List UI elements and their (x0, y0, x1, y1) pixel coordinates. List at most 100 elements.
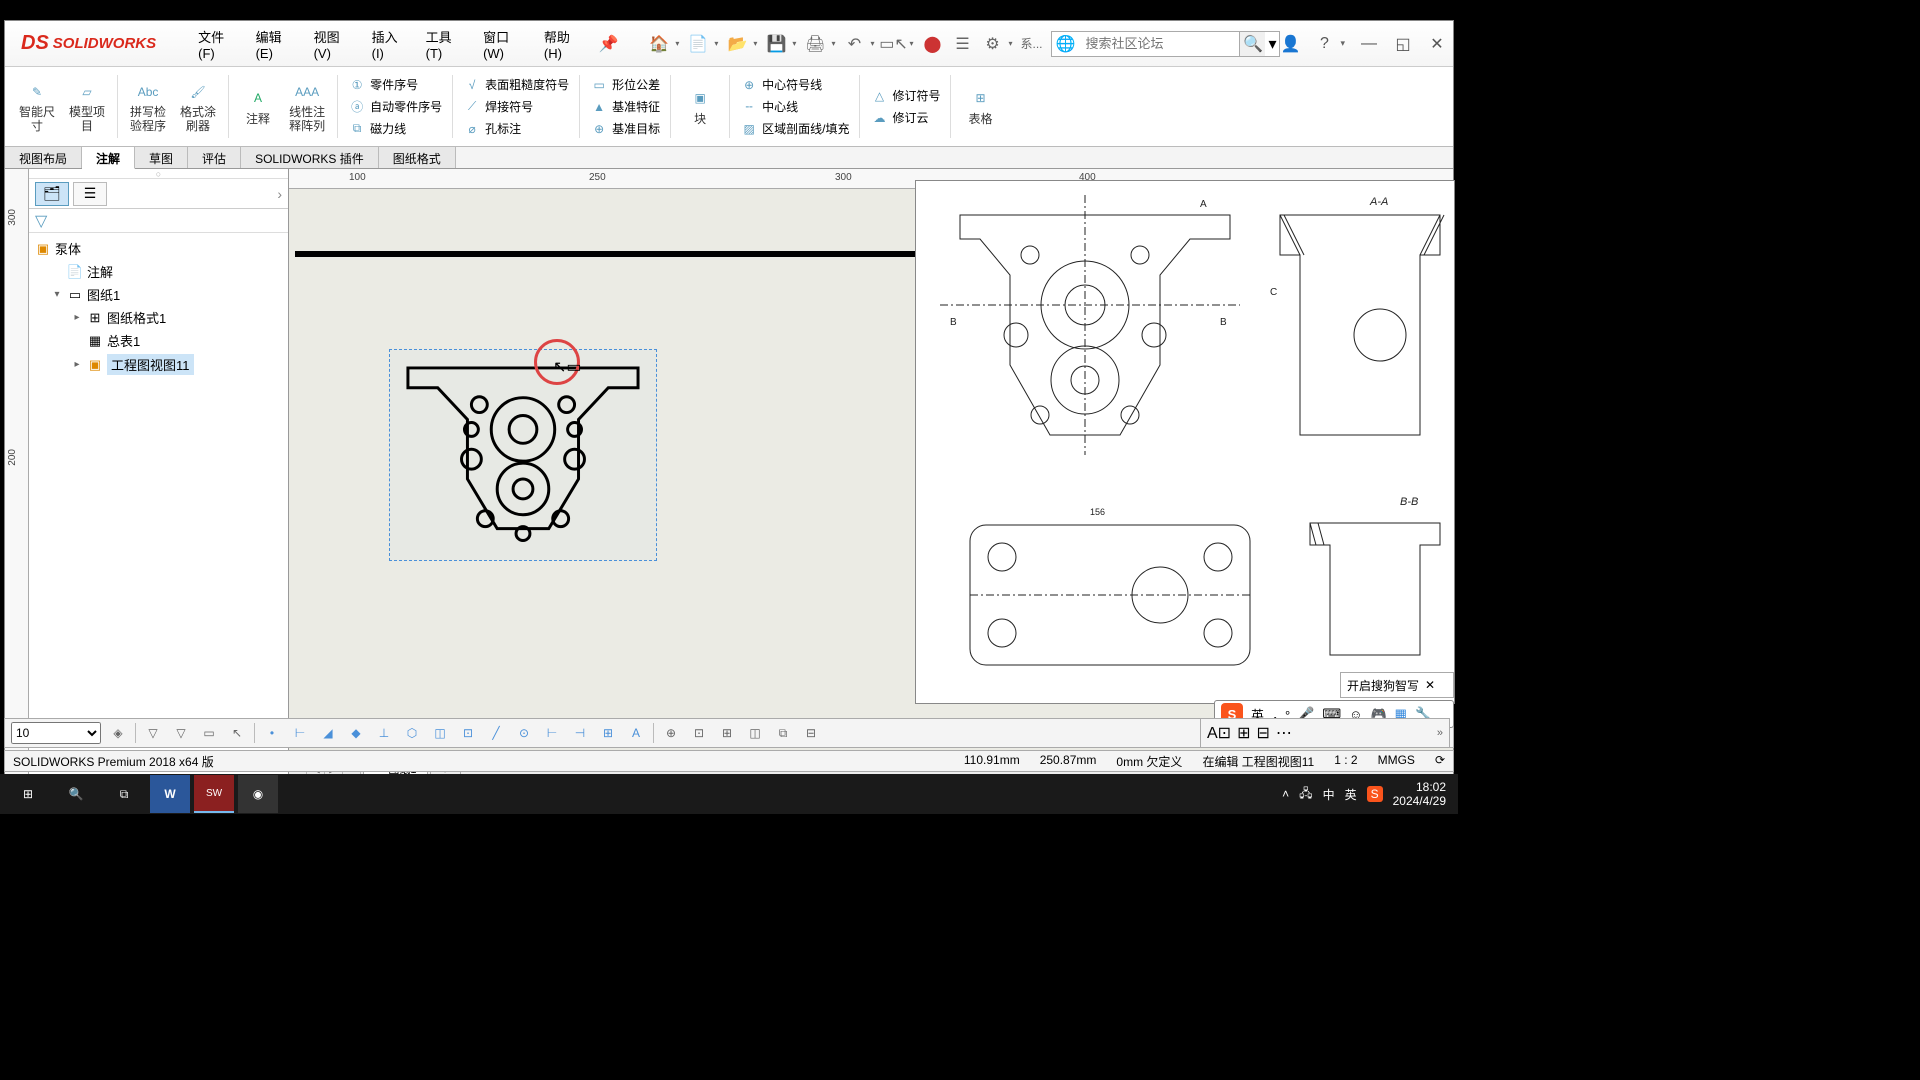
tab-sketch[interactable]: 草图 (135, 147, 188, 168)
close-icon[interactable]: ✕ (1425, 678, 1435, 692)
tree-sheet-format[interactable]: ▸⊞图纸格式1 (31, 306, 286, 329)
drawing-view-selection[interactable] (389, 349, 657, 561)
dim-tool-3[interactable]: ⊞ (716, 722, 738, 744)
tree-drawing-view[interactable]: ▸▣工程图视图11 (31, 352, 286, 377)
snap-quad-icon[interactable]: ⬡ (401, 722, 423, 744)
feature-manager-tab[interactable]: 🗂 (35, 182, 69, 206)
tree-filter[interactable]: ▽ (29, 209, 288, 233)
snap-mid-icon[interactable]: ◢ (317, 722, 339, 744)
dim-more-icon[interactable]: ⋯ (1276, 723, 1292, 743)
menu-view[interactable]: 视图(V) (302, 23, 360, 65)
status-refresh-icon[interactable]: ⟳ (1435, 753, 1445, 770)
menu-tools[interactable]: 工具(T) (414, 23, 471, 65)
sogou-popup[interactable]: 开启搜狗智写 ✕ (1340, 672, 1454, 698)
taskbar-search[interactable]: 🔍 (52, 775, 100, 813)
menu-insert[interactable]: 插入(I) (360, 23, 414, 65)
save-icon[interactable]: 💾 (765, 33, 787, 55)
snap-12-icon[interactable]: ⊞ (597, 722, 619, 744)
snap-13-icon[interactable]: A (625, 722, 647, 744)
snap-tan-icon[interactable]: ⊥ (373, 722, 395, 744)
area-hatch-button[interactable]: ▨区域剖面线/填充 (736, 119, 853, 139)
tray-sogou-icon[interactable]: S (1367, 786, 1383, 802)
dim-tool-4[interactable]: ◫ (744, 722, 766, 744)
options-gear-icon[interactable]: ⚙ (981, 33, 1003, 55)
word-taskbar-icon[interactable]: W (150, 775, 190, 813)
tab-sheet-format[interactable]: 图纸格式 (379, 147, 456, 168)
format-painter-button[interactable]: 🖌格式涂 刷器 (174, 71, 222, 142)
dim-leader-icon[interactable]: A⊡ (1207, 723, 1231, 743)
tree-annotations[interactable]: 📄注解 (31, 260, 286, 283)
new-icon[interactable]: 📄 (687, 33, 709, 55)
dim-tool-1[interactable]: ⊕ (660, 722, 682, 744)
user-icon[interactable]: 👤 (1280, 34, 1300, 54)
tray-up-icon[interactable]: ˄ (1282, 787, 1289, 801)
block-button[interactable]: ▣块 (677, 71, 723, 142)
snap-10-icon[interactable]: ⊢ (541, 722, 563, 744)
status-scale[interactable]: 1 : 2 (1334, 753, 1357, 770)
magnetic-line-button[interactable]: ⧉磁力线 (344, 119, 446, 139)
close-button[interactable]: ✕ (1427, 34, 1447, 54)
linewidth-select[interactable]: 10 (11, 722, 101, 744)
select-filter-icon[interactable]: ▭ (198, 722, 220, 744)
tab-view-layout[interactable]: 视图布局 (5, 147, 82, 168)
snap-9-icon[interactable]: ⊙ (513, 722, 535, 744)
menu-window[interactable]: 窗口(W) (471, 23, 532, 65)
restore-button[interactable]: ◱ (1393, 34, 1413, 54)
taskview-button[interactable]: ⧉ (100, 775, 148, 813)
weld-symbol-button[interactable]: ⟋焊接符号 (459, 97, 573, 117)
status-units[interactable]: MMGS (1378, 753, 1415, 770)
tables-button[interactable]: ⊞表格 (957, 71, 1003, 142)
help-icon[interactable]: ? (1314, 34, 1334, 54)
expand-tree-button[interactable]: › (277, 186, 282, 202)
snap-center-icon[interactable]: ◆ (345, 722, 367, 744)
menu-file[interactable]: 文件(F) (186, 23, 243, 65)
search-input[interactable] (1079, 34, 1239, 53)
snap-int-icon[interactable]: ◫ (429, 722, 451, 744)
datum-feature-button[interactable]: ▲基准特征 (586, 97, 664, 117)
datum-target-button[interactable]: ⊕基准目标 (586, 119, 664, 139)
undo-icon[interactable]: ↶ (843, 33, 865, 55)
app-taskbar-icon[interactable]: ◉ (238, 775, 278, 813)
taskbar-clock[interactable]: 18:02 2024/4/29 (1393, 780, 1446, 809)
spell-check-button[interactable]: Abc拼写检 验程序 (124, 71, 172, 142)
dim-tool-5[interactable]: ⧉ (772, 722, 794, 744)
hole-callout-button[interactable]: ⌀孔标注 (459, 119, 573, 139)
tray-ime-zh[interactable]: 中 (1323, 786, 1335, 803)
tab-addins[interactable]: SOLIDWORKS 插件 (241, 147, 379, 168)
center-mark-button[interactable]: ⊕中心符号线 (736, 75, 853, 95)
tree-general-table[interactable]: ▦总表1 (31, 329, 286, 352)
system-dropdown[interactable]: 系... (1021, 33, 1043, 55)
menu-edit[interactable]: 编辑(E) (244, 23, 302, 65)
tree-root[interactable]: ▣泵体 (31, 237, 286, 260)
minimize-button[interactable]: — (1359, 34, 1379, 54)
snap-near-icon[interactable]: ⊡ (457, 722, 479, 744)
note-button[interactable]: A注释 (235, 71, 281, 142)
select-icon[interactable]: ▭↖ (882, 33, 904, 55)
tray-ime-en[interactable]: 英 (1345, 786, 1357, 803)
start-button[interactable]: ⊞ (4, 775, 52, 813)
tab-annotate[interactable]: 注解 (82, 147, 135, 169)
tray-network-icon[interactable]: 🖧 (1299, 784, 1312, 805)
solidworks-taskbar-icon[interactable]: SW (194, 775, 234, 813)
snap-11-icon[interactable]: ⊣ (569, 722, 591, 744)
dim-tool-2[interactable]: ⊡ (688, 722, 710, 744)
cursor-filter-icon[interactable]: ↖ (226, 722, 248, 744)
surface-finish-button[interactable]: √表面粗糙度符号 (459, 75, 573, 95)
home-icon[interactable]: 🏠 (648, 33, 670, 55)
layer-icon[interactable]: ◈ (107, 722, 129, 744)
pin-icon[interactable]: 📌 (598, 34, 618, 54)
dim-align-icon[interactable]: ⊞ (1237, 723, 1250, 743)
open-icon[interactable]: 📂 (726, 33, 748, 55)
model-items-button[interactable]: ▱模型项 目 (63, 71, 111, 142)
linear-note-pattern-button[interactable]: AAA线性注 释阵列 (283, 71, 331, 142)
smart-dimension-button[interactable]: ✎智能尺 寸 (13, 71, 61, 142)
auto-balloon-button[interactable]: ⓐ自动零件序号 (344, 97, 446, 117)
snap-8-icon[interactable]: ╱ (485, 722, 507, 744)
centerline-button[interactable]: ╌中心线 (736, 97, 853, 117)
geo-tolerance-button[interactable]: ▭形位公差 (586, 75, 664, 95)
revision-cloud-button[interactable]: ☁修订云 (866, 108, 944, 128)
property-manager-tab[interactable]: ☰ (73, 182, 107, 206)
snap-end-icon[interactable]: ⊢ (289, 722, 311, 744)
tab-evaluate[interactable]: 评估 (188, 147, 241, 168)
menu-help[interactable]: 帮助(H) (532, 23, 591, 65)
